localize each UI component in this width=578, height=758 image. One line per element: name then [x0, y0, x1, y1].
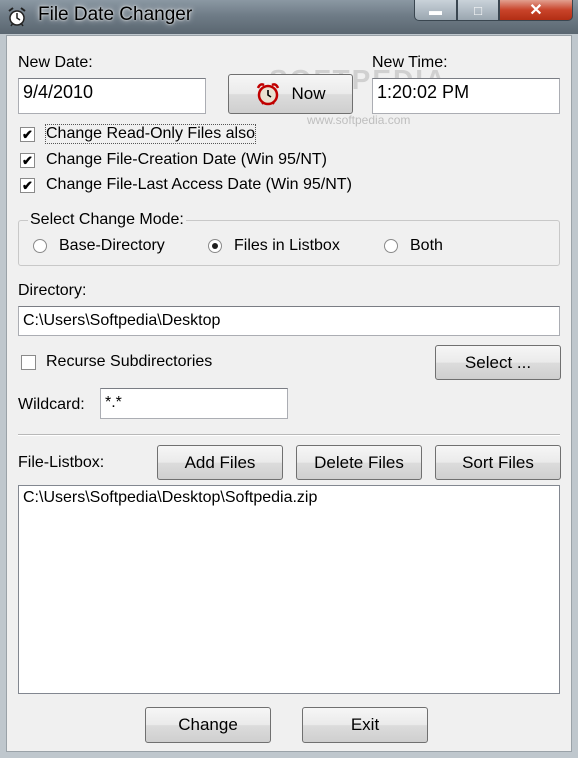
now-button[interactable]: Now	[228, 74, 353, 114]
directory-label: Directory:	[18, 282, 87, 299]
change-mode-title: Select Change Mode:	[28, 211, 186, 229]
radio-both-label[interactable]: Both	[410, 237, 443, 255]
recurse-checkbox[interactable]	[21, 355, 36, 370]
file-listbox-label: File-Listbox:	[18, 454, 105, 471]
delete-files-button[interactable]: Delete Files	[296, 445, 422, 480]
separator	[18, 434, 560, 436]
main-window: File Date Changer ▬ □ ✕ SOFTPEDIA www.so…	[0, 0, 578, 758]
wildcard-input[interactable]: *.*	[100, 388, 288, 419]
dialog-client-area: SOFTPEDIA www.softpedia.com New Date: 9/…	[6, 35, 572, 752]
sort-files-button[interactable]: Sort Files	[435, 445, 561, 480]
add-files-button[interactable]: Add Files	[157, 445, 283, 480]
wildcard-label: Wildcard:	[18, 396, 85, 413]
file-listbox[interactable]: C:\Users\Softpedia\Desktop\Softpedia.zip	[18, 485, 560, 694]
new-date-label: New Date:	[18, 54, 93, 71]
last-access-checkbox-label[interactable]: Change File-Last Access Date (Win 95/NT)	[46, 176, 352, 194]
watermark-url: www.softpedia.com	[307, 113, 411, 127]
radio-files-in-listbox[interactable]	[208, 239, 222, 253]
new-time-input[interactable]: 1:20:02 PM	[372, 78, 560, 114]
maximize-button[interactable]: □	[457, 0, 499, 21]
new-time-label: New Time:	[372, 54, 448, 71]
close-icon: ✕	[529, 2, 543, 19]
maximize-icon: □	[474, 2, 482, 18]
readonly-checkbox[interactable]: ✔	[20, 127, 35, 142]
radio-both[interactable]	[384, 239, 398, 253]
exit-button[interactable]: Exit	[302, 707, 428, 743]
radio-base-directory-label[interactable]: Base-Directory	[59, 237, 165, 255]
list-item[interactable]: C:\Users\Softpedia\Desktop\Softpedia.zip	[19, 486, 559, 510]
now-button-label: Now	[291, 84, 326, 103]
minimize-icon: ▬	[429, 2, 442, 18]
creation-date-checkbox-label[interactable]: Change File-Creation Date (Win 95/NT)	[46, 151, 327, 169]
alarm-clock-icon	[257, 83, 280, 106]
directory-input[interactable]: C:\Users\Softpedia\Desktop	[18, 306, 560, 336]
new-date-input[interactable]: 9/4/2010	[18, 78, 206, 114]
title-bar[interactable]: File Date Changer ▬ □ ✕	[0, 0, 578, 34]
select-directory-button[interactable]: Select ...	[435, 345, 561, 380]
window-title: File Date Changer	[38, 4, 193, 25]
readonly-checkbox-label[interactable]: Change Read-Only Files also	[45, 124, 256, 144]
radio-base-directory[interactable]	[33, 239, 47, 253]
creation-date-checkbox[interactable]: ✔	[20, 153, 35, 168]
change-button[interactable]: Change	[145, 707, 271, 743]
recurse-checkbox-label[interactable]: Recurse Subdirectories	[46, 353, 212, 371]
minimize-button[interactable]: ▬	[414, 0, 457, 21]
close-button[interactable]: ✕	[499, 0, 573, 21]
last-access-checkbox[interactable]: ✔	[20, 178, 35, 193]
radio-files-in-listbox-label[interactable]: Files in Listbox	[234, 237, 340, 255]
app-icon	[8, 7, 26, 27]
